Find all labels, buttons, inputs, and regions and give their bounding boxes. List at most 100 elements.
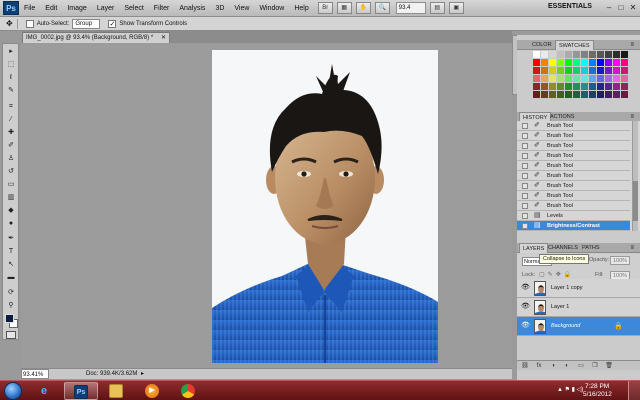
canvas-area[interactable] [21, 43, 512, 368]
close-icon[interactable]: ✕ [628, 2, 638, 13]
color-swatch[interactable] [533, 51, 540, 58]
color-swatch[interactable] [597, 67, 604, 74]
color-swatch[interactable] [573, 83, 580, 90]
mini-bridge-icon[interactable]: ▦ [336, 2, 352, 14]
color-swatch[interactable] [613, 59, 620, 66]
taskbar-chrome[interactable] [172, 382, 206, 400]
opacity-input[interactable]: 100% [610, 256, 630, 265]
auto-select-dropdown[interactable]: Group [72, 18, 101, 29]
color-swatch[interactable] [589, 91, 596, 98]
lasso-tool-icon[interactable]: ℓ [5, 73, 17, 83]
panel-menu-icon[interactable]: ≡ [630, 243, 634, 253]
color-swatch[interactable] [557, 51, 564, 58]
delete-layer-icon[interactable]: 🗑 [605, 362, 613, 370]
history-brush-icon[interactable]: ↺ [5, 167, 17, 177]
color-swatch[interactable] [589, 67, 596, 74]
history-checkbox[interactable] [522, 213, 528, 219]
color-swatch[interactable] [565, 75, 572, 82]
color-swatch[interactable] [613, 51, 620, 58]
color-swatch[interactable] [533, 83, 540, 90]
taskbar-explorer[interactable] [100, 382, 134, 400]
color-swatch[interactable] [549, 75, 556, 82]
color-swatch[interactable] [533, 91, 540, 98]
color-swatch[interactable] [597, 83, 604, 90]
history-item[interactable]: ✐ Brush Tool [517, 161, 630, 171]
color-swatch[interactable] [621, 67, 628, 74]
history-item-selected[interactable]: ▤ Brightness/Contrast [517, 221, 630, 231]
menu-select[interactable]: Select [119, 0, 148, 17]
link-layers-icon[interactable]: ⛓ [521, 362, 529, 370]
color-swatch[interactable] [573, 67, 580, 74]
color-swatch[interactable] [621, 83, 628, 90]
color-swatch[interactable] [557, 91, 564, 98]
color-swatch[interactable] [581, 51, 588, 58]
document-photo[interactable] [212, 50, 438, 363]
workspace-switcher[interactable]: ESSENTIALS [548, 3, 592, 10]
crop-tool-icon[interactable]: ⌗ [5, 102, 17, 112]
menu-3d[interactable]: 3D [210, 0, 229, 17]
color-swatch[interactable] [605, 83, 612, 90]
bridge-icon[interactable]: Br [317, 2, 333, 14]
marquee-tool-icon[interactable]: ⬚ [5, 60, 17, 70]
eye-icon[interactable]: 👁 [521, 322, 530, 330]
color-swatch[interactable] [581, 67, 588, 74]
clone-stamp-icon[interactable]: ♙ [5, 154, 17, 164]
layer-style-icon[interactable]: fx [535, 362, 543, 370]
history-item[interactable]: ▤ Levels [517, 211, 630, 221]
layer-row[interactable]: 👁 Layer 1 [517, 298, 640, 317]
color-swatch[interactable] [533, 59, 540, 66]
color-swatch[interactable] [613, 91, 620, 98]
color-swatch[interactable] [565, 91, 572, 98]
blur-tool-icon[interactable]: ◆ [5, 206, 17, 216]
color-swatch[interactable] [565, 67, 572, 74]
color-swatch[interactable] [541, 67, 548, 74]
history-item[interactable]: ✐ Brush Tool [517, 201, 630, 211]
color-swatch[interactable] [589, 59, 596, 66]
color-swatch[interactable] [597, 75, 604, 82]
tab-paths[interactable]: PATHS [579, 243, 603, 253]
color-swatch[interactable] [557, 83, 564, 90]
tray-icons[interactable]: ▲ ⚑ ▮ ◁) [557, 386, 583, 393]
taskbar-ie[interactable]: e [28, 382, 62, 400]
layer-row-selected[interactable]: 👁 Background 🔒 [517, 317, 640, 336]
color-swatch[interactable] [557, 59, 564, 66]
color-swatch[interactable] [565, 83, 572, 90]
color-swatch[interactable] [605, 51, 612, 58]
quick-select-tool-icon[interactable]: ✎ [5, 86, 17, 96]
document-tab[interactable]: IMG_0002.jpg @ 93.4% (Background, RGB/8)… [22, 32, 170, 43]
close-tab-icon[interactable]: ✕ [161, 33, 166, 43]
history-checkbox[interactable] [522, 223, 528, 229]
color-swatch[interactable] [565, 59, 572, 66]
zoom-level-select[interactable]: 93.4 [395, 2, 426, 14]
zoom-tool-icon[interactable]: 🔍 [374, 2, 390, 14]
color-swatch[interactable] [549, 59, 556, 66]
color-swatch[interactable] [581, 91, 588, 98]
color-swatch[interactable] [581, 83, 588, 90]
foreground-color-swatch[interactable] [5, 314, 14, 323]
color-swatch[interactable] [573, 51, 580, 58]
history-checkbox[interactable] [522, 203, 528, 209]
color-swatch[interactable] [541, 91, 548, 98]
color-swatch[interactable] [605, 91, 612, 98]
color-swatch[interactable] [613, 75, 620, 82]
history-scrollbar[interactable] [632, 121, 638, 231]
color-swatch[interactable] [581, 59, 588, 66]
path-select-icon[interactable]: ↖ [5, 260, 17, 270]
history-item[interactable]: ✐ Brush Tool [517, 151, 630, 161]
adjustment-layer-icon[interactable]: ◐ [563, 362, 571, 370]
3d-rotate-icon[interactable]: ⟳ [5, 288, 17, 298]
color-swatch[interactable] [597, 59, 604, 66]
pen-tool-icon[interactable]: ✒ [5, 234, 17, 244]
color-swatch[interactable] [589, 83, 596, 90]
shape-tool-icon[interactable]: ▬ [5, 273, 17, 283]
color-swatch[interactable] [533, 75, 540, 82]
menu-analysis[interactable]: Analysis [174, 0, 210, 17]
quick-mask-icon[interactable] [6, 331, 16, 339]
history-item[interactable]: ✐ Brush Tool [517, 191, 630, 201]
swatches-grid[interactable] [533, 51, 629, 101]
menu-filter[interactable]: Filter [149, 0, 175, 17]
healing-brush-icon[interactable]: ✚ [5, 128, 17, 138]
eye-icon[interactable]: 👁 [521, 284, 530, 292]
history-checkbox[interactable] [522, 183, 528, 189]
history-checkbox[interactable] [522, 143, 528, 149]
